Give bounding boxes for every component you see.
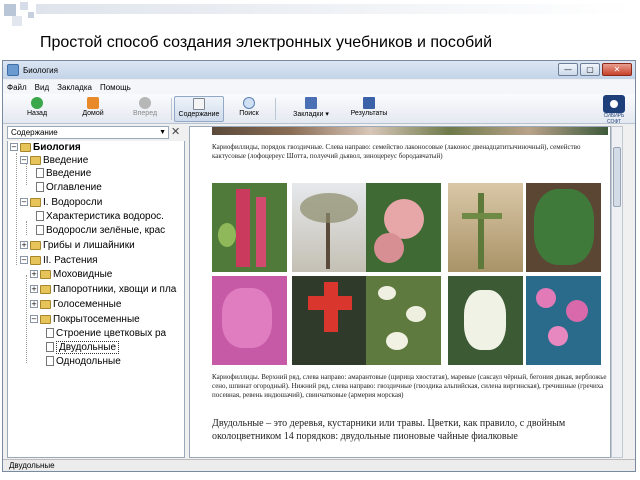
app-icon xyxy=(7,64,19,76)
tree-item[interactable]: − Введение xyxy=(20,154,88,167)
collapse-icon[interactable]: − xyxy=(30,315,38,324)
tree-item[interactable]: Однодольные xyxy=(46,355,121,368)
tree-item[interactable]: + Папоротники, хвощи и пла xyxy=(30,283,176,296)
page-icon xyxy=(46,328,54,339)
maximize-button[interactable]: ▢ xyxy=(580,63,600,76)
toolbar-separator xyxy=(171,98,172,120)
book-icon xyxy=(40,284,51,294)
page-icon xyxy=(46,342,54,353)
tree-item[interactable]: Строение цветковых ра xyxy=(46,327,166,340)
body-paragraph: Двудольные – это деревья, кустарники или… xyxy=(212,418,566,442)
expand-icon[interactable]: + xyxy=(20,241,28,250)
forward-arrow-icon xyxy=(139,97,151,109)
book-icon xyxy=(40,269,51,279)
logo-mark-icon xyxy=(603,95,625,113)
book-icon xyxy=(30,255,41,265)
expand-icon[interactable]: + xyxy=(30,285,38,294)
book-icon xyxy=(30,240,41,250)
scroll-thumb[interactable] xyxy=(613,147,621,207)
tree-item[interactable]: Водоросли зелёные, крас xyxy=(36,224,165,237)
book-icon xyxy=(40,314,51,324)
tree-item[interactable]: + Грибы и лишайники xyxy=(20,239,135,252)
chevron-down-icon: ▾ xyxy=(325,111,329,118)
tree-item-root[interactable]: − Биология xyxy=(10,141,81,154)
book-icon xyxy=(30,155,41,165)
expand-icon[interactable]: + xyxy=(30,270,38,279)
collapse-icon[interactable]: − xyxy=(20,198,28,207)
toolbar: Назад Домой Вперед Содержание Поиск Закл… xyxy=(3,94,635,125)
expand-icon[interactable]: + xyxy=(30,300,38,309)
menu-bar: Файл Вид Закладка Помощь xyxy=(3,80,635,94)
book-icon xyxy=(20,142,31,152)
close-button[interactable]: ✕ xyxy=(602,63,632,76)
plant-photo xyxy=(292,183,367,272)
plant-photo xyxy=(212,183,287,272)
caption-top: Кариофиллиды, порядок гвоздичные. Слева … xyxy=(212,143,581,160)
collapse-icon[interactable]: − xyxy=(20,256,28,265)
contents-icon xyxy=(193,98,205,110)
minimize-button[interactable]: — xyxy=(558,63,578,76)
vendor-logo: СИБИРЬ СОФТ xyxy=(597,95,631,125)
plant-photo xyxy=(366,183,441,272)
search-icon xyxy=(243,97,255,109)
menu-help[interactable]: Помощь xyxy=(100,83,131,92)
menu-file[interactable]: Файл xyxy=(7,83,27,92)
bookmark-icon xyxy=(305,97,317,109)
menu-view[interactable]: Вид xyxy=(35,83,49,92)
contents-tree: − Биология − Введение Введение Оглавление … xyxy=(7,141,185,458)
collapse-icon[interactable]: − xyxy=(20,156,28,165)
home-button[interactable]: Домой xyxy=(73,96,113,122)
tree-item[interactable]: + Голосеменные xyxy=(30,298,121,311)
back-button[interactable]: Назад xyxy=(17,96,57,122)
tree-item[interactable]: − I. Водоросли xyxy=(20,196,102,209)
status-bar: Двудольные xyxy=(3,459,635,471)
plant-photo xyxy=(448,276,523,365)
caption-bottom: Кариофиллиды. Верхний ряд, слева направо… xyxy=(212,373,607,399)
slide-title: Простой способ создания электронных учеб… xyxy=(40,34,493,51)
results-icon xyxy=(363,97,375,109)
window-title: Биология xyxy=(23,65,58,75)
chevron-down-icon: ▼ xyxy=(159,129,166,136)
page-icon xyxy=(36,168,44,179)
book-icon xyxy=(30,197,41,207)
sidebar-header-dropdown[interactable]: Содержание ▼ xyxy=(7,126,169,139)
tree-item-selected[interactable]: Двудольные xyxy=(46,341,120,354)
page-icon xyxy=(36,211,44,222)
photo-strip-top xyxy=(212,127,608,135)
plant-photo xyxy=(526,183,601,272)
plant-photo xyxy=(212,276,287,365)
close-icon[interactable]: ✕ xyxy=(171,125,180,138)
menu-bookmark[interactable]: Закладка xyxy=(57,83,92,92)
toolbar-separator xyxy=(275,98,276,120)
page-icon xyxy=(36,182,44,193)
tree-item[interactable]: Оглавление xyxy=(36,181,102,194)
results-button[interactable]: Результаты xyxy=(343,96,395,122)
page-icon xyxy=(36,225,44,236)
content-pane: Кариофиллиды, порядок гвоздичные. Слева … xyxy=(189,126,611,458)
plant-photo xyxy=(448,183,523,272)
search-button[interactable]: Поиск xyxy=(229,96,269,122)
plant-photo xyxy=(292,276,367,365)
tree-item[interactable]: + Моховидные xyxy=(30,268,112,281)
bookmarks-button[interactable]: Закладки ▾ xyxy=(285,96,337,122)
contents-button[interactable]: Содержание xyxy=(174,96,224,122)
plant-photo xyxy=(366,276,441,365)
tree-item[interactable]: Характеристика водорос. xyxy=(36,210,164,223)
vertical-scrollbar[interactable] xyxy=(611,126,623,458)
tree-item[interactable]: − Покрытосеменные xyxy=(30,313,140,326)
plant-photo xyxy=(526,276,601,365)
home-icon xyxy=(87,97,99,109)
page-icon xyxy=(46,356,54,367)
back-arrow-icon xyxy=(31,97,43,109)
app-window: Биология — ▢ ✕ Файл Вид Закладка Помощь … xyxy=(2,60,636,472)
tree-item[interactable]: Введение xyxy=(36,167,91,180)
tree-item[interactable]: − II. Растения xyxy=(20,254,98,267)
photo-grid xyxy=(212,183,608,365)
forward-button[interactable]: Вперед xyxy=(125,96,165,122)
collapse-icon[interactable]: − xyxy=(10,143,18,152)
title-bar[interactable]: Биология — ▢ ✕ xyxy=(3,61,635,79)
book-icon xyxy=(40,299,51,309)
